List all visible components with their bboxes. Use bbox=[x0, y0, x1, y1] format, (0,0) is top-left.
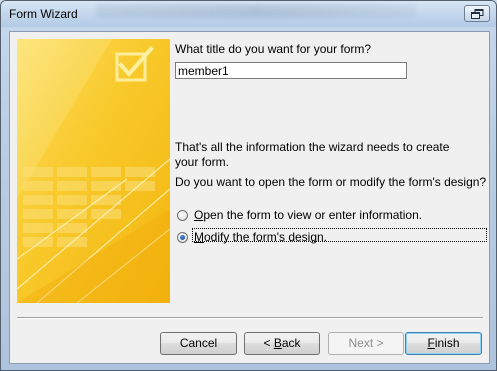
open-form-option[interactable]: Open the form to view or enter informati… bbox=[177, 207, 423, 223]
open-form-radio[interactable] bbox=[177, 209, 188, 221]
form-title-prompt: What title do you want for your form? bbox=[175, 42, 372, 56]
button-separator bbox=[17, 317, 483, 319]
form-wizard-window: Form Wizard What title do you want for y… bbox=[0, 0, 497, 371]
modify-design-radio[interactable] bbox=[177, 231, 188, 243]
form-checkmark-graphic bbox=[17, 39, 170, 303]
back-button[interactable]: < Back bbox=[244, 332, 320, 355]
window-title: Form Wizard bbox=[9, 7, 78, 21]
modify-design-option[interactable]: Modify the form's design. bbox=[177, 228, 487, 245]
wizard-body: What title do you want for your form? Th… bbox=[9, 31, 490, 364]
open-form-label[interactable]: Open the form to view or enter informati… bbox=[193, 208, 423, 223]
restore-button[interactable] bbox=[464, 5, 490, 22]
form-title-input[interactable] bbox=[175, 62, 407, 79]
modify-design-label[interactable]: Modify the form's design. bbox=[193, 230, 328, 245]
restore-window-icon bbox=[471, 9, 484, 19]
finish-button[interactable]: Finish bbox=[405, 332, 482, 355]
cancel-button[interactable]: Cancel bbox=[160, 332, 237, 355]
title-bar[interactable]: Form Wizard bbox=[1, 1, 496, 27]
background-window-title-blur bbox=[96, 4, 416, 18]
next-button[interactable]: Next > bbox=[328, 332, 404, 355]
wizard-info-text: That's all the information the wizard ne… bbox=[175, 140, 450, 169]
open-or-modify-question: Do you want to open the form or modify t… bbox=[175, 175, 487, 189]
